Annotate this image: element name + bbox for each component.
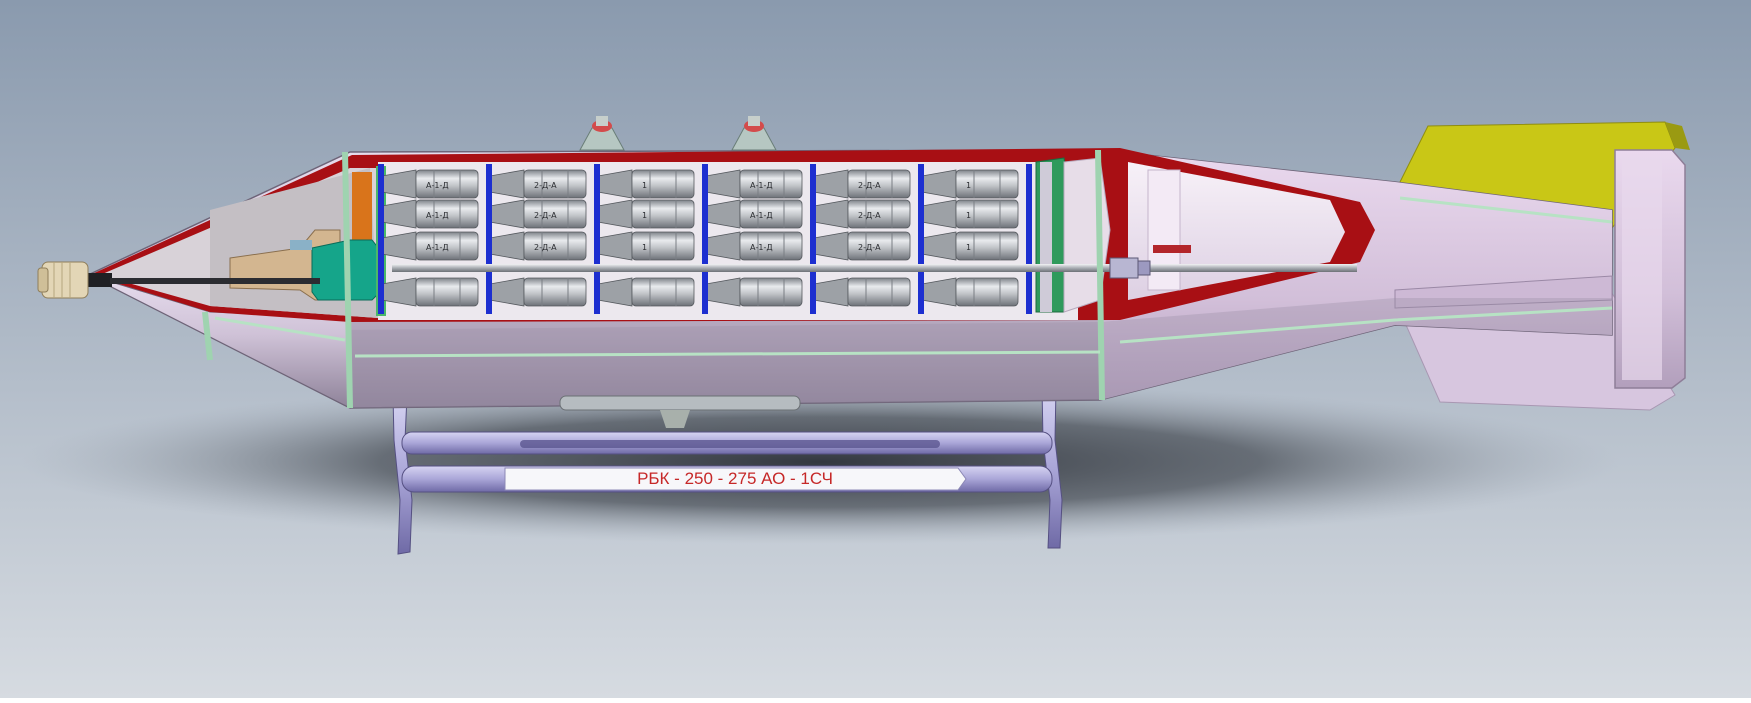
submunition: 2-Д-А <box>813 169 911 199</box>
submunition-marking: А-1-Д <box>426 243 449 252</box>
submunition <box>921 277 1019 307</box>
stand-slot <box>520 440 940 448</box>
submunition: А-1-Д <box>705 231 803 261</box>
submunition <box>705 277 803 307</box>
submunition: 2-Д-А <box>489 169 587 199</box>
bottom-rail <box>559 395 801 411</box>
submunition: А-1-Д <box>381 169 479 199</box>
submunition: 2-Д-А <box>813 231 911 261</box>
nose-fuze <box>37 261 89 299</box>
central-rod <box>392 264 1357 272</box>
submunition-marking: А-1-Д <box>750 243 773 252</box>
cutaway-illustration: А-1-Д 2-Д-А 1 А-1-Д 2-Д-А 1 А-1-Д 2-Д-А 1 А-1-Д 2-… <box>0 0 1751 698</box>
submunition-marking: А-1-Д <box>750 211 773 220</box>
rear-bracket-pin <box>1153 245 1191 253</box>
stand-label-plate <box>504 467 967 491</box>
retainer-ring <box>486 164 492 314</box>
submunition-marking: 2-Д-А <box>534 243 557 252</box>
submunition-marking: 1 <box>966 243 971 252</box>
submunition <box>381 277 479 307</box>
nose-bracket <box>290 240 312 250</box>
cluster-bomb-render: А-1-Д 2-Д-А 1 А-1-Д 2-Д-А 1 А-1-Д 2-Д-А 1 А-1-Д 2-… <box>0 0 1751 698</box>
submunition: А-1-Д <box>705 169 803 199</box>
submunition: 2-Д-А <box>489 231 587 261</box>
submunition-marking: 2-Д-А <box>534 211 557 220</box>
submunition-marking: 2-Д-А <box>858 181 881 190</box>
submunition: А-1-Д <box>381 199 479 229</box>
submunition-marking: 1 <box>966 211 971 220</box>
submunition-marking: 1 <box>642 211 647 220</box>
submunition <box>813 277 911 307</box>
submunition: 1 <box>597 169 695 199</box>
tail-ring-inner <box>1622 158 1662 380</box>
rear-spacer <box>1040 162 1052 312</box>
submunition: 1 <box>921 199 1019 229</box>
band-mid <box>1095 149 1105 401</box>
submunition: 2-Д-А <box>489 199 587 229</box>
submunition-marking: 1 <box>966 181 971 190</box>
submunition-marking: А-1-Д <box>750 181 773 190</box>
submunition: А-1-Д <box>705 199 803 229</box>
fuze-rod <box>110 278 320 284</box>
retainer-ring <box>594 164 600 314</box>
retainer-ring <box>378 164 384 314</box>
retainer-ring <box>810 164 816 314</box>
submunition-marking: 1 <box>642 181 647 190</box>
submunition: 1 <box>597 199 695 229</box>
submunition-marking: 2-Д-А <box>858 211 881 220</box>
submunition-marking: 2-Д-А <box>534 181 557 190</box>
retainer-ring <box>702 164 708 314</box>
submunition: 1 <box>597 231 695 261</box>
rod-nut <box>1109 257 1151 279</box>
submunition: 1 <box>921 169 1019 199</box>
submunition: 2-Д-А <box>813 199 911 229</box>
submunition <box>489 277 587 307</box>
submunition-marking: 1 <box>642 243 647 252</box>
retainer-ring <box>918 164 924 314</box>
submunition <box>597 277 695 307</box>
ground-shadow <box>20 380 1620 544</box>
submunition-marking: 2-Д-А <box>858 243 881 252</box>
submunition: 1 <box>921 231 1019 261</box>
submunition-marking: А-1-Д <box>426 181 449 190</box>
submunition-marking: А-1-Д <box>426 211 449 220</box>
submunition: А-1-Д <box>381 231 479 261</box>
retainer-ring <box>1026 164 1032 314</box>
